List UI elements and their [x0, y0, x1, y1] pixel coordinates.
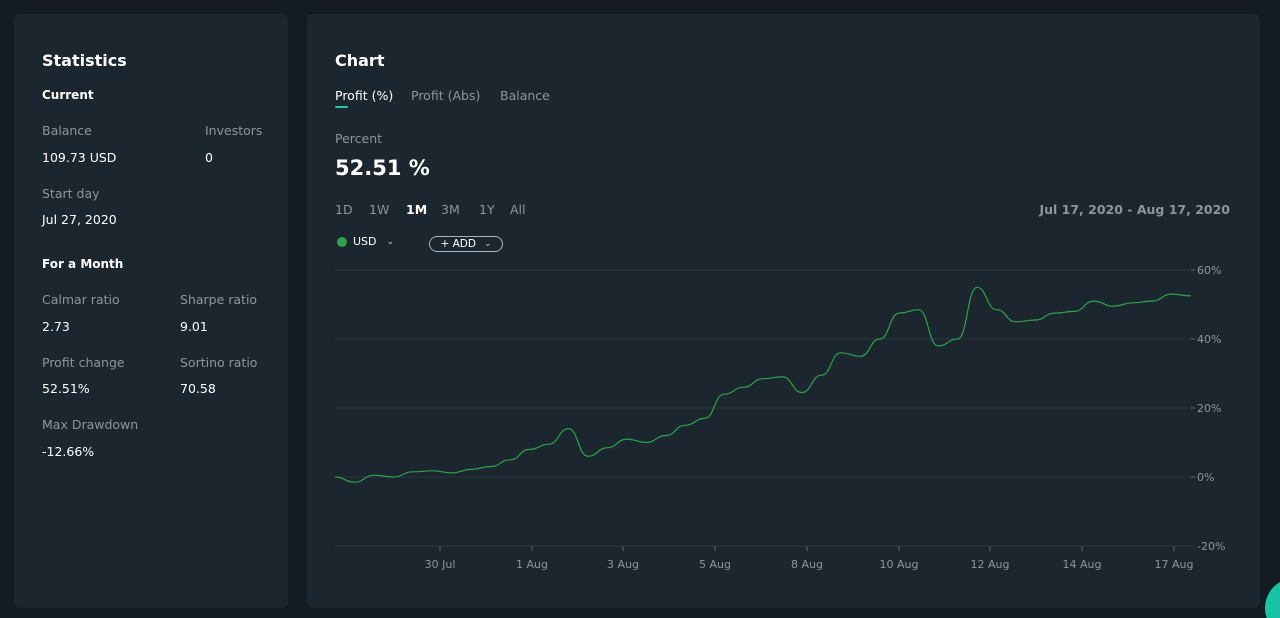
y-tick-label: 20%	[1197, 402, 1221, 415]
investors-value: 0	[205, 150, 213, 165]
statistics-panel: Statistics Current Balance 109.73 USD In…	[14, 14, 288, 608]
sharpe-ratio-label: Sharpe ratio	[180, 292, 258, 307]
y-tick-label: 0%	[1197, 471, 1214, 484]
y-tick-label: -20%	[1197, 540, 1225, 553]
x-tick-label: 14 Aug	[1063, 558, 1102, 571]
x-tick-label: 5 Aug	[699, 558, 731, 571]
x-tick-label: 3 Aug	[607, 558, 639, 571]
profit-change-value: 52.51%	[42, 381, 90, 396]
x-tick-label: 10 Aug	[880, 558, 919, 571]
x-tick-label: 30 Jul	[425, 558, 456, 571]
balance-label: Balance	[42, 123, 92, 138]
chart-panel: Chart Profit (%) Profit (Abs) Balance Pe…	[307, 14, 1260, 608]
y-tick-label: 40%	[1197, 333, 1221, 346]
sharpe-ratio-value: 9.01	[180, 319, 208, 334]
max-drawdown-label: Max Drawdown	[42, 417, 139, 432]
for-a-month-heading: For a Month	[42, 257, 124, 271]
start-day-label: Start day	[42, 186, 100, 201]
x-tick-label: 12 Aug	[971, 558, 1010, 571]
sortino-ratio-label: Sortino ratio	[180, 355, 258, 370]
x-tick-label: 17 Aug	[1155, 558, 1194, 571]
max-drawdown-value: -12.66%	[42, 444, 95, 459]
profit-change-label: Profit change	[42, 355, 125, 370]
start-day-value: Jul 27, 2020	[42, 212, 117, 227]
x-tick-label: 1 Aug	[516, 558, 548, 571]
chat-button[interactable]	[1265, 578, 1280, 618]
balance-value: 109.73 USD	[42, 150, 117, 165]
series-line	[334, 286, 1192, 483]
calmar-ratio-label: Calmar ratio	[42, 292, 120, 307]
sortino-ratio-value: 70.58	[180, 381, 216, 396]
current-heading: Current	[42, 88, 94, 102]
statistics-title: Statistics	[42, 51, 127, 70]
investors-label: Investors	[205, 123, 263, 138]
calmar-ratio-value: 2.73	[42, 319, 70, 334]
profit-line-chart: 60% 40% 20% 0% -20% 30 Jul 1 Aug 3 Aug 5 Aug 8 Au…	[334, 264, 1225, 571]
x-tick-label: 8 Aug	[791, 558, 823, 571]
y-tick-label: 60%	[1197, 264, 1221, 277]
